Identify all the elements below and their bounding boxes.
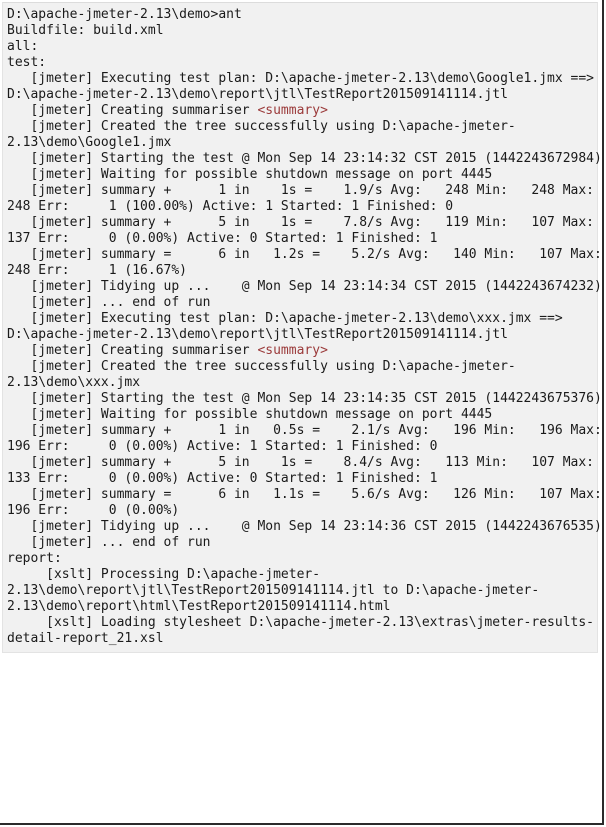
console-line: [jmeter] ... end of run [7,295,593,311]
console-line-text: 2.13\demo\report\html\TestReport20150914… [7,599,391,614]
console-line-text: [jmeter] ... end of run [7,295,211,310]
console-line-text: 2.13\demo\xxx.jmx [7,375,141,390]
console-line-text: report: [7,551,62,566]
console-line-text: [jmeter] summary + 5 in 1s = 8.4/s Avg: … [7,455,594,470]
console-line: [jmeter] Starting the test @ Mon Sep 14 … [7,151,601,167]
console-line: [jmeter] Tidying up ... @ Mon Sep 14 23:… [7,279,601,295]
console-line-text: [jmeter] ... end of run [7,535,211,550]
console-line-text: all: [7,39,39,54]
console-line-text: [jmeter] Waiting for possible shutdown m… [7,407,493,422]
console-line: [jmeter] summary + 1 in 0.5s = 2.1/s Avg… [7,423,601,439]
console-line-text: 137 Err: 0 (0.00%) Active: 0 Started: 1 … [7,231,438,246]
console-line: [jmeter] Tidying up ... @ Mon Sep 14 23:… [7,519,601,535]
console-line-text: 2.13\demo\report\jtl\TestReport201509141… [7,583,540,598]
console-line-text: [jmeter] Creating summariser [7,103,258,118]
console-line: 2.13\demo\report\html\TestReport20150914… [7,599,593,615]
console-line-text: [jmeter] summary = 6 in 1.2s = 5.2/s Avg… [7,247,602,262]
console-line-text: [jmeter] Starting the test @ Mon Sep 14 … [7,151,602,166]
console-line: 196 Err: 0 (0.00%) Active: 1 Started: 1 … [7,439,593,455]
console-line: 2.13\demo\xxx.jmx [7,375,593,391]
console-output-block[interactable]: D:\apache-jmeter-2.13\demo>ant Buildfile:… [2,2,602,653]
console-line: all: [7,39,593,55]
console-line-text: [xslt] Processing D:\apache-jmeter- [7,567,321,582]
console-line: [jmeter] Creating summariser <summary> [7,103,593,119]
console-line-text: [jmeter] Waiting for possible shutdown m… [7,167,493,182]
summariser-tag: <summary> [257,103,328,118]
console-line-text: [jmeter] Created the tree successfully u… [7,119,516,134]
console-line: [jmeter] Waiting for possible shutdown m… [7,407,593,423]
console-line: [xslt] Processing D:\apache-jmeter- [7,567,593,583]
console-line-text: [jmeter] summary + 1 in 1s = 1.9/s Avg: … [7,183,594,198]
console-line: [jmeter] Executing test plan: D:\apache-… [7,71,594,87]
console-line-text: [xslt] Loading stylesheet D:\apache-jmet… [7,615,594,630]
console-line: [jmeter] Executing test plan: D:\apache-… [7,311,593,327]
summariser-tag: <summary> [257,343,328,358]
console-line-text: [jmeter] Executing test plan: D:\apache-… [7,71,594,86]
console-line: [jmeter] Waiting for possible shutdown m… [7,167,593,183]
console-line: 2.13\demo\report\jtl\TestReport201509141… [7,583,593,599]
console-line-text: [jmeter] Tidying up ... @ Mon Sep 14 23:… [7,279,602,294]
console-line: 248 Err: 1 (100.00%) Active: 1 Started: … [7,199,593,215]
console-line: report: [7,551,593,567]
console-line: test: [7,55,593,71]
console-line: [jmeter] ... end of run [7,535,593,551]
console-line-text: [jmeter] Starting the test @ Mon Sep 14 … [7,391,602,406]
console-line-text: D:\apache-jmeter-2.13\demo\report\jtl\Te… [7,87,508,102]
console-line-text: detail-report_21.xsl [7,631,164,646]
console-line-text: [jmeter] Tidying up ... @ Mon Sep 14 23:… [7,519,602,534]
console-line: [jmeter] Creating summariser <summary> [7,343,593,359]
console-line-text: 196 Err: 0 (0.00%) Active: 1 Started: 1 … [7,439,438,454]
console-line-text: 248 Err: 1 (100.00%) Active: 1 Started: … [7,199,454,214]
console-line: [jmeter] summary + 1 in 1s = 1.9/s Avg: … [7,183,594,199]
console-line: [jmeter] summary = 6 in 1.1s = 5.6/s Avg… [7,487,601,503]
console-line: 196 Err: 0 (0.00%) [7,503,593,519]
console-line-text: D:\apache-jmeter-2.13\demo>ant [7,7,242,22]
console-line-text: test: [7,55,47,70]
page-canvas: D:\apache-jmeter-2.13\demo>ant Buildfile:… [0,0,604,825]
console-line: [jmeter] summary + 5 in 1s = 8.4/s Avg: … [7,455,594,471]
console-line: D:\apache-jmeter-2.13\demo\report\jtl\Te… [7,87,593,103]
console-line-text: 196 Err: 0 (0.00%) [7,503,180,518]
console-line-text: 2.13\demo\Google1.jmx [7,135,172,150]
console-line-text: Buildfile: build.xml [7,23,164,38]
console-line-text: [jmeter] Created the tree successfully u… [7,359,516,374]
console-line-text: [jmeter] summary = 6 in 1.1s = 5.6/s Avg… [7,487,602,502]
console-line: Buildfile: build.xml [7,23,593,39]
console-line-text: 133 Err: 0 (0.00%) Active: 0 Started: 1 … [7,471,438,486]
console-line: [xslt] Loading stylesheet D:\apache-jmet… [7,615,594,631]
console-line-list: D:\apache-jmeter-2.13\demo>ant Buildfile:… [7,7,602,647]
console-line-text: [jmeter] Creating summariser [7,343,258,358]
console-line: [jmeter] Created the tree successfully u… [7,119,593,135]
console-line: 137 Err: 0 (0.00%) Active: 0 Started: 1 … [7,231,593,247]
console-line: detail-report_21.xsl [7,631,593,647]
console-line: [jmeter] summary = 6 in 1.2s = 5.2/s Avg… [7,247,601,263]
console-line: 133 Err: 0 (0.00%) Active: 0 Started: 1 … [7,471,593,487]
console-line: [jmeter] summary + 5 in 1s = 7.8/s Avg: … [7,215,594,231]
console-line: 248 Err: 1 (16.67%) [7,263,593,279]
console-line-text: [jmeter] summary + 5 in 1s = 7.8/s Avg: … [7,215,594,230]
console-line-text: [jmeter] summary + 1 in 0.5s = 2.1/s Avg… [7,423,602,438]
console-line: D:\apache-jmeter-2.13\demo\report\jtl\Te… [7,327,593,343]
console-line: D:\apache-jmeter-2.13\demo>ant [7,7,593,23]
console-line: [jmeter] Created the tree successfully u… [7,359,593,375]
console-line-text: [jmeter] Executing test plan: D:\apache-… [7,311,563,326]
console-line: 2.13\demo\Google1.jmx [7,135,593,151]
console-line: [jmeter] Starting the test @ Mon Sep 14 … [7,391,601,407]
console-line-text: D:\apache-jmeter-2.13\demo\report\jtl\Te… [7,327,508,342]
console-line-text: 248 Err: 1 (16.67%) [7,263,188,278]
